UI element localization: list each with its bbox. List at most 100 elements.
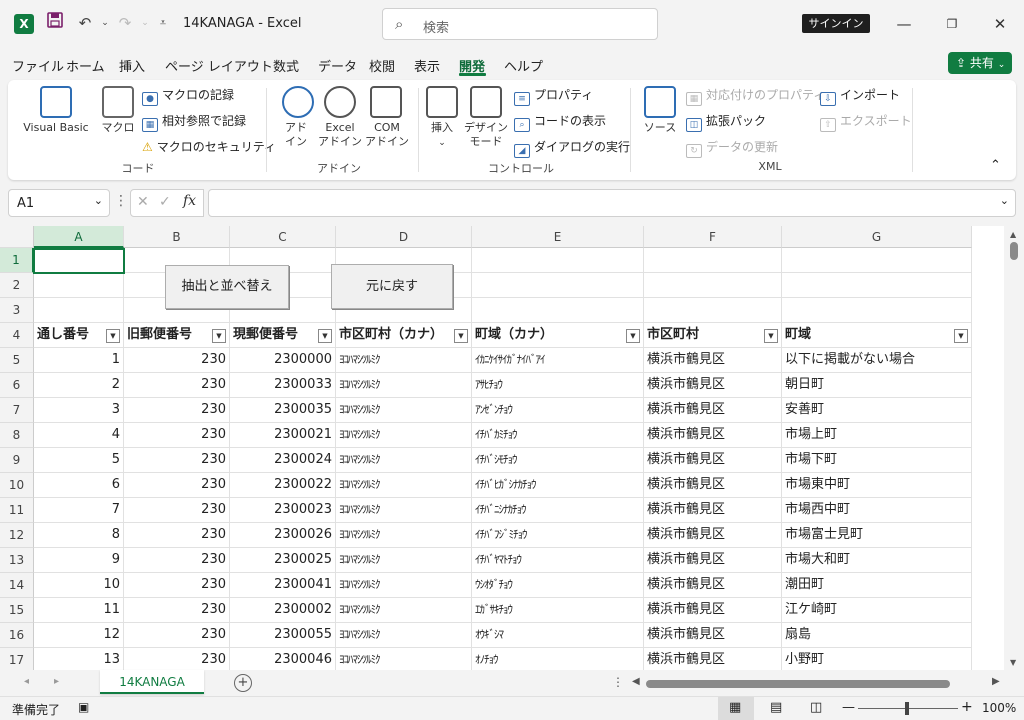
table-cell[interactable]: 9 bbox=[34, 548, 124, 573]
table-cell[interactable]: 2300041 bbox=[230, 573, 336, 598]
relative-ref-button[interactable]: ▦ 相対参照で記録 bbox=[142, 112, 246, 132]
column-header-e[interactable]: E bbox=[472, 226, 644, 248]
table-cell[interactable]: 11 bbox=[34, 598, 124, 623]
table-cell[interactable]: 2300033 bbox=[230, 373, 336, 398]
empty-cell[interactable] bbox=[782, 298, 972, 323]
table-cell[interactable]: 横浜市鶴見区 bbox=[644, 498, 782, 523]
table-cell[interactable]: 4 bbox=[34, 423, 124, 448]
table-cell[interactable]: ﾖｺﾊﾏｼﾂﾙﾐｸ bbox=[336, 648, 472, 670]
table-cell[interactable]: 230 bbox=[124, 398, 230, 423]
chevron-down-icon[interactable]: ⌄ bbox=[1000, 194, 1009, 207]
table-cell[interactable]: ﾖｺﾊﾏｼﾂﾙﾐｸ bbox=[336, 573, 472, 598]
column-header-b[interactable]: B bbox=[124, 226, 230, 248]
accessibility-icon[interactable]: ▣ bbox=[78, 700, 89, 714]
refresh-data-button[interactable]: ↻ データの更新 bbox=[686, 138, 778, 158]
table-cell[interactable]: 市場西中町 bbox=[782, 498, 972, 523]
table-cell[interactable]: ｵｳｷﾞｼﾏ bbox=[472, 623, 644, 648]
row-header-13[interactable]: 13 bbox=[0, 548, 34, 573]
table-cell[interactable]: 横浜市鶴見区 bbox=[644, 523, 782, 548]
extract-sort-button[interactable]: 抽出と並べ替え bbox=[165, 265, 289, 309]
column-header-a[interactable]: A bbox=[34, 226, 124, 248]
table-cell[interactable]: ﾖｺﾊﾏｼﾂﾙﾐｸ bbox=[336, 548, 472, 573]
table-cell[interactable]: 12 bbox=[34, 623, 124, 648]
table-cell[interactable]: ｲｶﾆｹｲｻｲｶﾞﾅｲﾊﾞｱｲ bbox=[472, 348, 644, 373]
addin-button[interactable]: アド イン bbox=[276, 121, 316, 149]
filter-dropdown-icon[interactable]: ▼ bbox=[318, 329, 332, 343]
scroll-up-icon[interactable]: ▲ bbox=[1010, 230, 1016, 239]
save-icon[interactable] bbox=[44, 12, 66, 34]
table-cell[interactable]: 1 bbox=[34, 348, 124, 373]
restore-button[interactable]: 元に戻す bbox=[331, 264, 453, 309]
table-cell[interactable]: 230 bbox=[124, 573, 230, 598]
tab-formulas[interactable]: 数式 bbox=[273, 56, 299, 75]
table-cell[interactable]: 扇島 bbox=[782, 623, 972, 648]
table-cell[interactable]: ｲﾁﾊﾞﾔﾏﾄﾁｮｳ bbox=[472, 548, 644, 573]
row-header-8[interactable]: 8 bbox=[0, 423, 34, 448]
scroll-down-icon[interactable]: ▼ bbox=[1010, 658, 1016, 667]
customize-qat-icon[interactable]: ⩡ bbox=[152, 12, 174, 34]
table-cell[interactable]: ｲﾁﾊﾞｼﾓﾁｮｳ bbox=[472, 448, 644, 473]
table-cell[interactable]: 230 bbox=[124, 648, 230, 670]
table-cell[interactable]: 市場東中町 bbox=[782, 473, 972, 498]
signin-button[interactable]: サインイン bbox=[802, 14, 870, 33]
table-cell[interactable]: ﾖｺﾊﾏｼﾂﾙﾐｸ bbox=[336, 348, 472, 373]
table-cell[interactable]: 潮田町 bbox=[782, 573, 972, 598]
next-sheet-icon[interactable]: ▸ bbox=[54, 676, 59, 687]
prev-sheet-icon[interactable]: ◂ bbox=[24, 676, 29, 687]
row-header-3[interactable]: 3 bbox=[0, 298, 34, 323]
scroll-left-icon[interactable]: ◀ bbox=[632, 676, 640, 687]
table-header-cell[interactable]: 町域（カナ） ▼ bbox=[472, 323, 644, 348]
table-cell[interactable]: ｴｶﾞｻｷﾁｮｳ bbox=[472, 598, 644, 623]
table-cell[interactable]: 2300055 bbox=[230, 623, 336, 648]
row-header-7[interactable]: 7 bbox=[0, 398, 34, 423]
table-cell[interactable]: 朝日町 bbox=[782, 373, 972, 398]
properties-button[interactable]: ≡ プロパティ bbox=[514, 86, 593, 106]
table-header-cell[interactable]: 通し番号 ▼ bbox=[34, 323, 124, 348]
empty-cell[interactable] bbox=[782, 248, 972, 273]
add-sheet-icon[interactable]: + bbox=[234, 674, 252, 692]
table-cell[interactable]: 2300024 bbox=[230, 448, 336, 473]
empty-cell[interactable] bbox=[34, 273, 124, 298]
row-header-12[interactable]: 12 bbox=[0, 523, 34, 548]
empty-cell[interactable] bbox=[472, 273, 644, 298]
table-header-cell[interactable]: 町域 ▼ bbox=[782, 323, 972, 348]
table-cell[interactable]: 230 bbox=[124, 548, 230, 573]
table-cell[interactable]: 2300002 bbox=[230, 598, 336, 623]
table-cell[interactable]: 安善町 bbox=[782, 398, 972, 423]
collapse-ribbon-icon[interactable]: ⌃ bbox=[990, 158, 1001, 173]
more-options-icon[interactable]: ⋮ bbox=[114, 193, 128, 209]
table-cell[interactable]: 230 bbox=[124, 598, 230, 623]
table-cell[interactable]: 横浜市鶴見区 bbox=[644, 548, 782, 573]
table-header-cell[interactable]: 現郵便番号 ▼ bbox=[230, 323, 336, 348]
sheet-tab-14kanaga[interactable]: 14KANAGA bbox=[100, 670, 204, 694]
tab-help[interactable]: ヘルプ bbox=[504, 56, 543, 75]
table-cell[interactable]: 2300046 bbox=[230, 648, 336, 670]
table-cell[interactable]: 5 bbox=[34, 448, 124, 473]
table-cell[interactable]: 230 bbox=[124, 448, 230, 473]
table-cell[interactable]: ﾖｺﾊﾏｼﾂﾙﾐｸ bbox=[336, 448, 472, 473]
macro-security-button[interactable]: ⚠ マクロのセキュリティ bbox=[142, 138, 276, 155]
filter-dropdown-icon[interactable]: ▼ bbox=[626, 329, 640, 343]
row-header-10[interactable]: 10 bbox=[0, 473, 34, 498]
row-header-14[interactable]: 14 bbox=[0, 573, 34, 598]
table-cell[interactable]: 横浜市鶴見区 bbox=[644, 373, 782, 398]
expansion-packs-button[interactable]: ◫ 拡張パック bbox=[686, 112, 766, 132]
empty-cell[interactable] bbox=[472, 248, 644, 273]
import-button[interactable]: ⇩ インポート bbox=[820, 86, 900, 106]
table-cell[interactable]: 7 bbox=[34, 498, 124, 523]
filter-dropdown-icon[interactable]: ▼ bbox=[454, 329, 468, 343]
page-break-view-icon[interactable]: ◫ bbox=[810, 700, 822, 715]
tab-page-layout[interactable]: ページ レイアウト bbox=[165, 56, 273, 75]
table-cell[interactable]: ｲﾁﾊﾞﾋｶﾞｼﾅｶﾁｮｳ bbox=[472, 473, 644, 498]
share-button[interactable]: ⇪ 共有 ⌄ bbox=[948, 52, 1012, 74]
zoom-in-icon[interactable]: + bbox=[961, 699, 973, 715]
table-cell[interactable]: 2300000 bbox=[230, 348, 336, 373]
search-box[interactable]: ⌕ 検索 bbox=[382, 8, 658, 40]
table-cell[interactable]: 2300021 bbox=[230, 423, 336, 448]
undo-icon[interactable]: ↶ bbox=[74, 12, 96, 34]
table-cell[interactable]: 2300035 bbox=[230, 398, 336, 423]
zoom-level[interactable]: 100% bbox=[982, 701, 1016, 715]
tab-data[interactable]: データ bbox=[318, 56, 357, 75]
select-all-corner[interactable] bbox=[0, 226, 34, 248]
row-header-17[interactable]: 17 bbox=[0, 648, 34, 670]
